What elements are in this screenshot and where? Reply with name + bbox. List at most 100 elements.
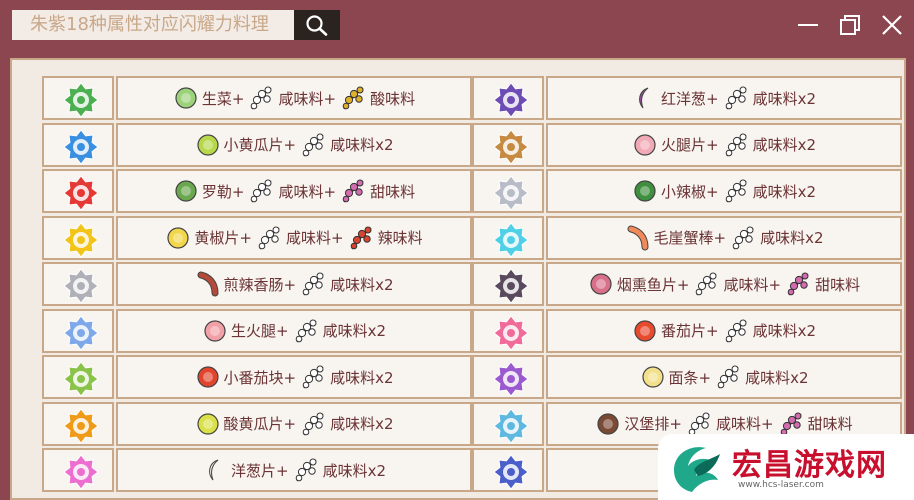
recipe-cell: 煎辣香肠+ 咸味料x2 (116, 262, 472, 306)
condiment-label: 酸味料 (370, 89, 416, 108)
recipe-cell: 罗勒+ 咸味料+ 甜味料 (116, 169, 472, 213)
condiment-label: 咸味料x2 (330, 275, 394, 294)
ingredient-label: 毛崖蟹棒+ (653, 229, 727, 247)
recipe-formula: 火腿片+ 咸味料x2 (548, 125, 900, 165)
recipe-row-fairy: 洋葱片+ 咸味料x2 (42, 448, 472, 494)
recipe-row-steel: 小辣椒+ 咸味料x2 (472, 169, 902, 215)
type-cell (472, 262, 544, 306)
ham-slice-icon (632, 132, 658, 158)
salty-herba-icon (722, 177, 750, 205)
recipe-cell: 黄椒片+ 咸味料+ 辣味料 (116, 215, 472, 260)
steel-type-icon (493, 175, 529, 211)
type-cell (472, 401, 544, 446)
ingredient-label: 生火腿+ (231, 322, 289, 340)
recipe-row-dark: 烟熏鱼片+ 咸味料+ 甜味料 (472, 262, 902, 308)
watermark-url: www.hcs-laser.com (738, 480, 824, 490)
close-button[interactable] (878, 12, 906, 38)
restore-icon (840, 15, 860, 35)
type-cell (42, 76, 114, 120)
ingredient-label: 红洋葱+ (661, 89, 719, 108)
sausage-icon (195, 271, 221, 297)
recipe-cell: 火腿片+ 咸味料x2 (546, 122, 902, 167)
type-cell (472, 448, 544, 492)
pickle-icon (195, 411, 221, 437)
type-cell (472, 308, 544, 353)
recipe-row-ground: 火腿片+ 咸味料x2 (472, 122, 902, 169)
type-cell (42, 401, 114, 446)
cucumber-icon (195, 132, 221, 158)
ingredient-label: 小辣椒+ (661, 182, 719, 201)
fire-type-icon (63, 175, 99, 211)
hamburger-patty-icon (595, 411, 621, 437)
salty-herba-icon (722, 84, 750, 112)
fairy-type-icon (63, 454, 99, 490)
psychic-type-icon (493, 314, 529, 351)
recipe-formula: 黄椒片+ 咸味料+ 辣味料 (118, 218, 470, 258)
recipe-row-water: 小黄瓜片+ 咸味料x2 (42, 122, 472, 169)
sweet-herba-icon (339, 177, 367, 205)
recipe-row-grass: 生菜+ 咸味料+ 酸味料 (42, 76, 472, 122)
condiment-label: 咸味料+ (278, 89, 337, 108)
ingredient-label: 煎辣香肠+ (223, 275, 297, 294)
watermark: 宏昌游戏网 www.hcs-laser.com (658, 434, 914, 500)
recipe-row-fighting: 酸黄瓜片+ 咸味料x2 (42, 401, 472, 448)
recipe-formula: 罗勒+ 咸味料+ 甜味料 (118, 171, 470, 211)
recipe-cell: 小番茄块+ 咸味料x2 (116, 355, 472, 399)
ingredient-label: 小番茄块+ (223, 368, 297, 387)
tomato-icon (195, 364, 221, 390)
search-button[interactable] (294, 10, 340, 40)
type-cell (472, 355, 544, 399)
recipe-formula: 洋葱片+ 咸味料x2 (118, 450, 470, 490)
crab-stick-icon (625, 225, 651, 251)
poison-type-icon (493, 361, 529, 397)
type-cell (42, 355, 114, 399)
salty-herba-icon (247, 84, 275, 112)
ingredient-label: 烟熏鱼片+ (616, 275, 690, 294)
recipe-row-fire: 罗勒+ 咸味料+ 甜味料 (42, 169, 472, 215)
recipe-formula: 面条+ 咸味料x2 (548, 357, 900, 397)
recipe-row-flying: 生火腿+ 咸味料x2 (42, 308, 472, 355)
watermark-text: 宏昌游戏网 (732, 448, 887, 483)
type-cell (472, 169, 544, 213)
condiment-label: 咸味料x2 (760, 229, 824, 247)
type-cell (42, 262, 114, 306)
type-cell (42, 215, 114, 260)
recipe-formula: 番茄片+ 咸味料x2 (548, 311, 900, 351)
salty-herba-icon (729, 224, 757, 252)
type-cell (42, 308, 114, 353)
onion-icon (202, 457, 228, 483)
ghost-type-icon (493, 82, 529, 118)
salty-herba-icon (299, 363, 327, 391)
spicy-herba-icon (347, 224, 375, 252)
condiment-label: 咸味料x2 (752, 322, 816, 340)
recipe-cell: 小辣椒+ 咸味料x2 (546, 169, 902, 213)
recipe-row-bug: 小番茄块+ 咸味料x2 (42, 355, 472, 401)
red-onion-icon (632, 85, 658, 111)
restore-button[interactable] (836, 12, 864, 38)
minimize-button[interactable] (794, 12, 822, 38)
sweet-herba-icon (784, 270, 812, 298)
ingredient-label: 黄椒片+ (194, 229, 252, 247)
condiment-label: 辣味料 (377, 229, 423, 247)
type-cell (472, 76, 544, 120)
recipe-row-normal: 煎辣香肠+ 咸味料x2 (42, 262, 472, 308)
salty-herba-icon (255, 224, 283, 252)
condiment-label: 咸味料+ (715, 415, 774, 433)
type-cell (472, 215, 544, 260)
recipe-formula: 煎辣香肠+ 咸味料x2 (118, 264, 470, 304)
condiment-label: 咸味料x2 (752, 89, 816, 108)
ham-icon (202, 318, 228, 344)
recipe-formula: 生菜+ 咸味料+ 酸味料 (118, 78, 470, 118)
jalapeno-icon (632, 178, 658, 204)
lettuce-icon (173, 85, 199, 111)
normal-type-icon (63, 268, 99, 304)
recipe-formula: 酸黄瓜片+ 咸味料x2 (118, 404, 470, 444)
condiment-label: 咸味料x2 (745, 368, 809, 387)
salty-herba-icon (299, 270, 327, 298)
condiment-label: 甜味料 (807, 415, 853, 433)
flying-type-icon (63, 314, 99, 351)
search-icon (306, 15, 328, 36)
salty-herba-icon (722, 317, 750, 345)
condiment-label: 咸味料x2 (330, 415, 394, 433)
recipe-formula: 红洋葱+ 咸味料x2 (548, 78, 900, 118)
